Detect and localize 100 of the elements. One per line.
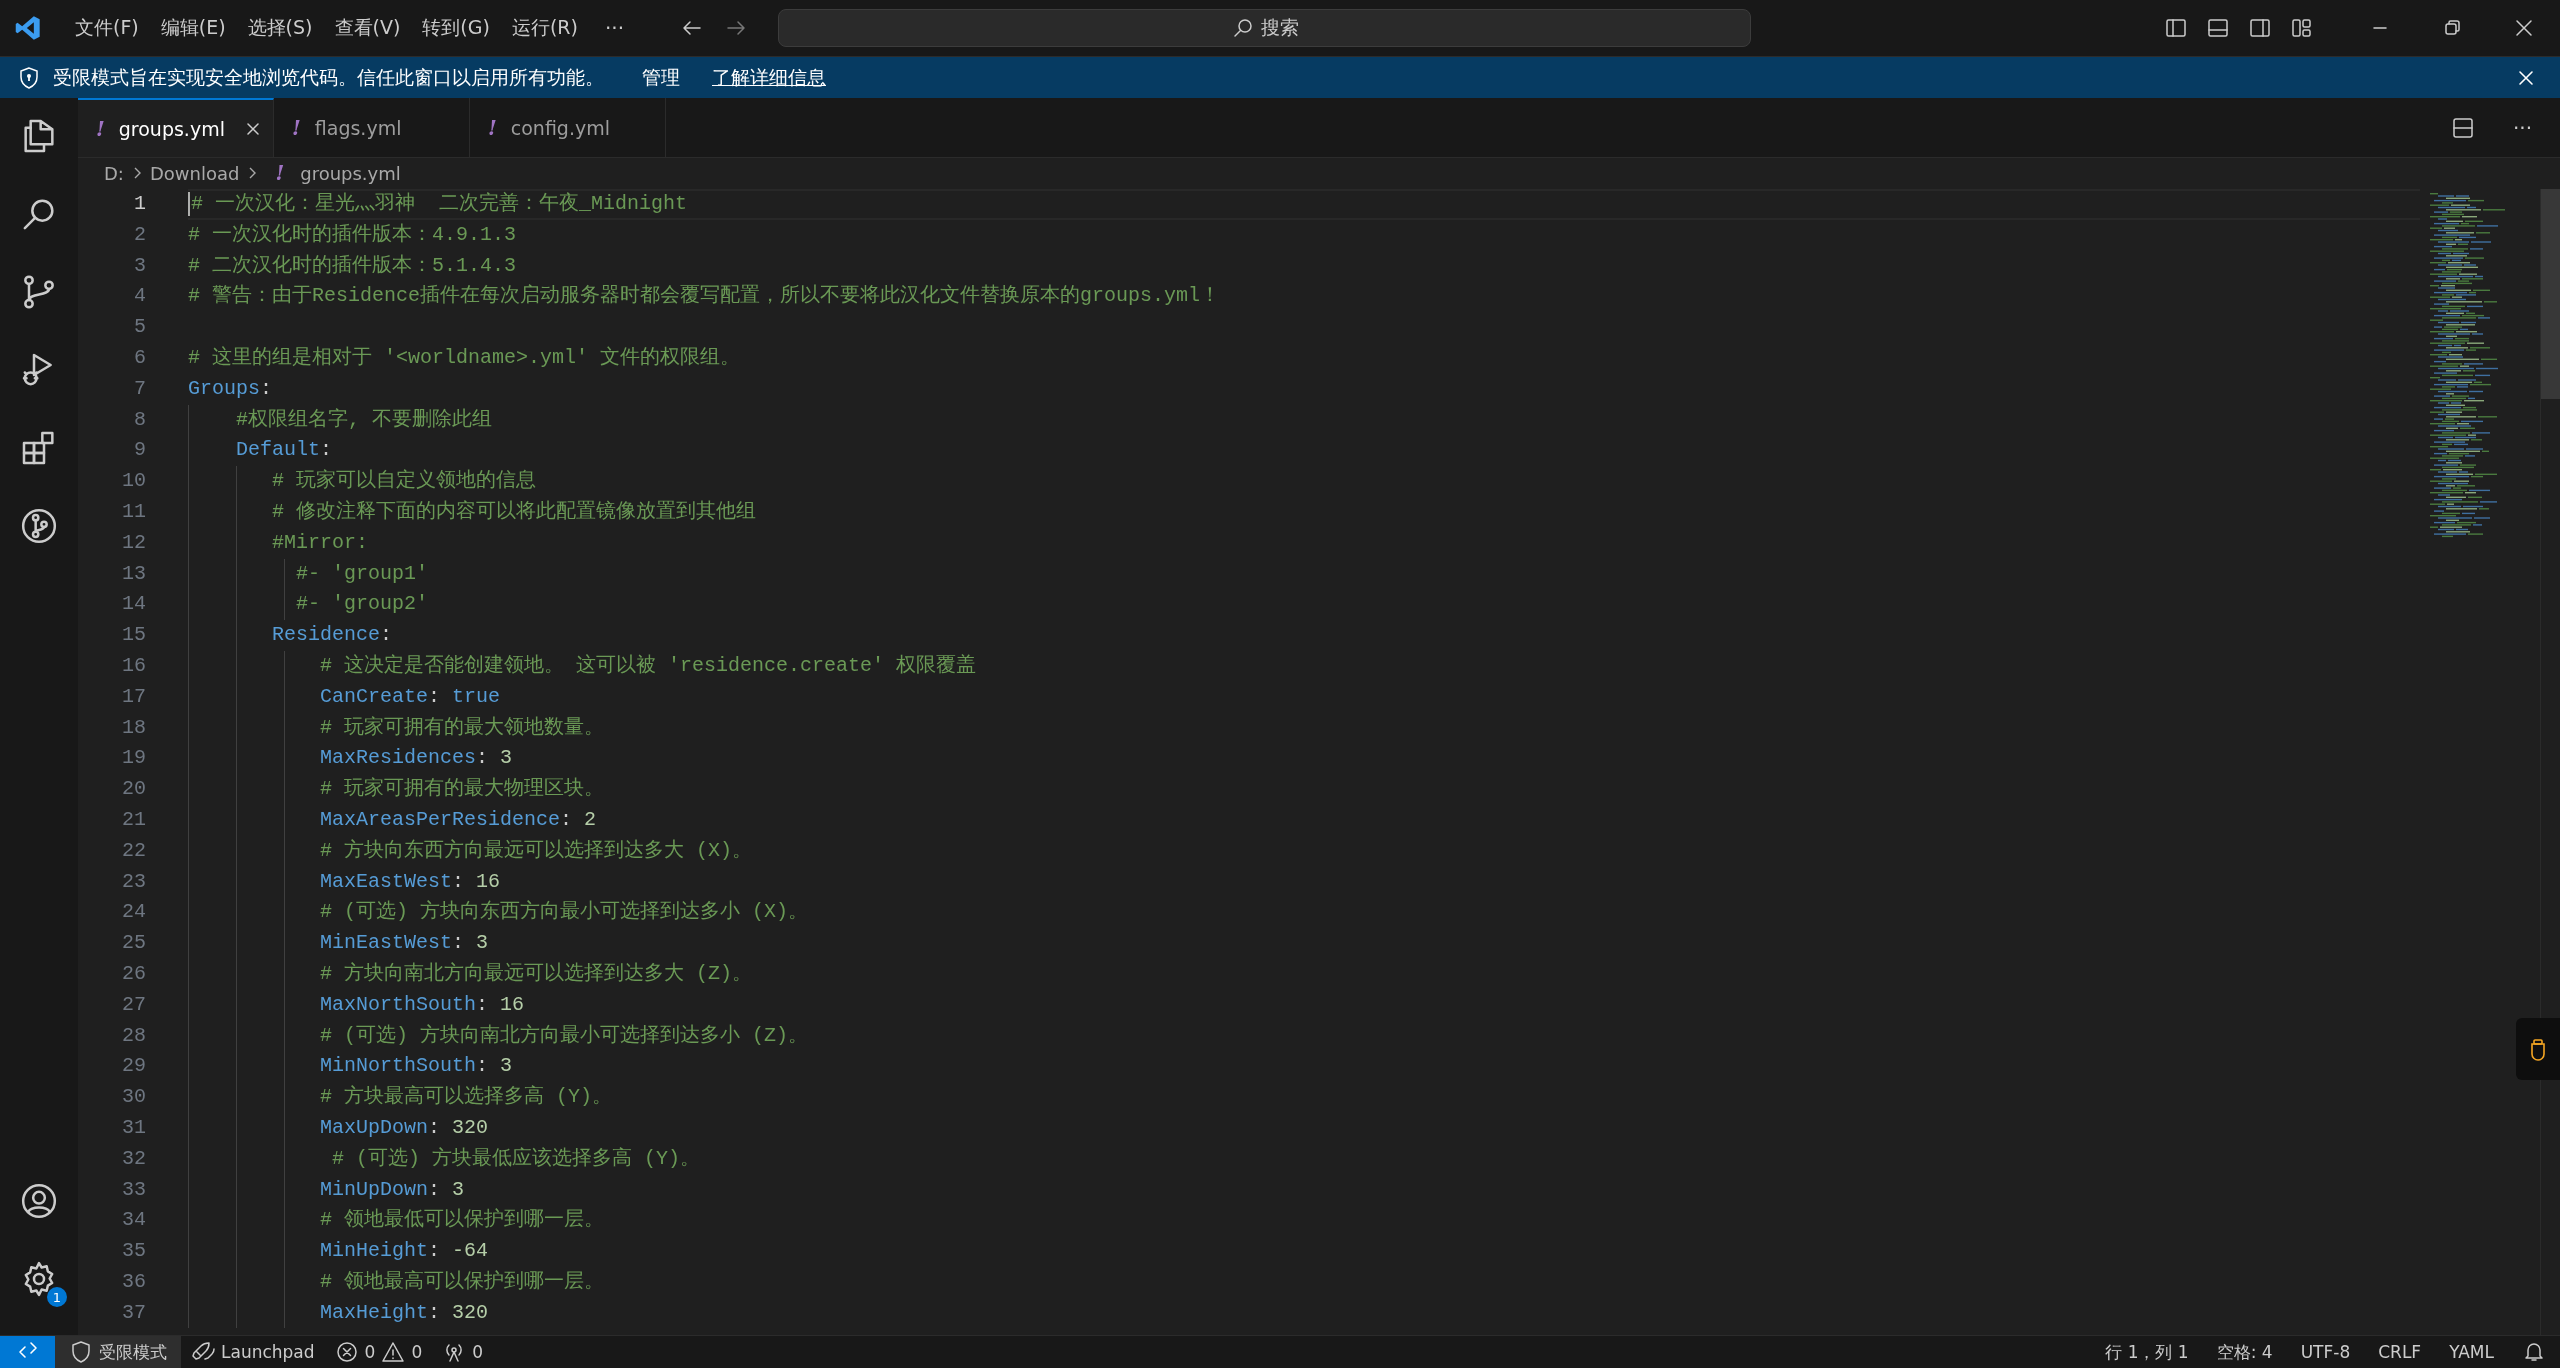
code-line: # (可选) 方块向南北方向最小可选择到达多小 (Z)。	[319, 1022, 809, 1049]
line-number: 26	[121, 960, 146, 987]
code-line: #权限组名字, 不要删除此组	[235, 406, 492, 433]
text-cursor	[188, 192, 190, 217]
code-line: # 这里的组是相对于 '<worldname>.yml' 文件的权限组。	[188, 345, 741, 371]
code-line: MinHeight: -64	[319, 1238, 489, 1265]
menu-item[interactable]: 运行(R)	[500, 11, 589, 45]
line-number: 16	[121, 652, 146, 679]
line-number: 22	[121, 837, 146, 864]
code-line: # 方块向东西方向最远可以选择到达多大 (X)。	[319, 837, 753, 864]
breadcrumb-item[interactable]: D:	[104, 162, 124, 184]
line-number: 1	[133, 191, 146, 217]
code-line: # 二次汉化时的插件版本：5.1.4.3	[188, 252, 517, 279]
sidebar-toggle-icon[interactable]	[2164, 16, 2188, 40]
line-number: 8	[133, 406, 146, 433]
language-mode-item[interactable]: YAML	[2435, 1336, 2508, 1368]
ports-item[interactable]: 0	[432, 1336, 494, 1368]
warning-icon	[381, 1340, 406, 1364]
line-number: 9	[133, 437, 146, 464]
cursor-position-item[interactable]: 行 1，列 1	[2091, 1336, 2203, 1368]
code-line: # 领地最低可以保护到哪一层。	[319, 1207, 605, 1234]
account-icon[interactable]	[19, 1181, 59, 1221]
split-editor-icon[interactable]	[2450, 115, 2475, 140]
code-line: MinEastWest: 3	[319, 930, 489, 957]
line-number: 30	[121, 1084, 146, 1111]
line-number: 32	[121, 1145, 146, 1172]
panel-toggle-icon[interactable]	[2206, 16, 2230, 40]
line-number: 23	[121, 868, 146, 895]
error-icon	[334, 1340, 359, 1364]
banner-message: 受限模式旨在实现安全地浏览代码。信任此窗口以启用所有功能。	[53, 64, 604, 90]
more-menu-button[interactable]: ···	[592, 12, 636, 44]
line-number: 2	[133, 221, 146, 248]
scrollbar-thumb[interactable]	[2541, 189, 2560, 399]
code-line: # 方块向南北方向最远可以选择到达多大 (Z)。	[319, 960, 753, 987]
code-line: #Mirror:	[271, 529, 369, 556]
editor-tab[interactable]: ! groups.yml	[78, 98, 274, 157]
launchpad-item[interactable]: Launchpad	[181, 1336, 325, 1368]
git-graph-icon[interactable]	[19, 506, 59, 546]
shield-icon	[17, 65, 41, 90]
restricted-mode-item[interactable]: 受限模式	[55, 1336, 181, 1368]
menu-item[interactable]: 选择(S)	[236, 11, 324, 45]
code-line: # 一次汉化时的插件版本：4.9.1.3	[188, 221, 517, 248]
notification-badge: 1	[47, 1287, 67, 1307]
code-line: # (可选) 方块最低应该选择多高 (Y)。	[331, 1145, 701, 1172]
line-ending-item[interactable]: CRLF	[2364, 1336, 2436, 1368]
problems-item[interactable]: 0 0	[324, 1336, 433, 1368]
line-number: 15	[121, 622, 146, 649]
more-actions-button[interactable]: ···	[2500, 111, 2544, 144]
line-number: 14	[121, 591, 146, 618]
code-line: # 这决定是否能创建领地。 这可以被 'residence.create' 权限覆盖	[319, 652, 977, 679]
code-line: MinNorthSouth: 3	[319, 1053, 513, 1080]
menu-item[interactable]: 文件(F)	[64, 11, 150, 45]
code-line: MaxEastWest: 16	[319, 868, 501, 895]
code-line: MaxUpDown: 320	[319, 1114, 489, 1141]
bell-icon[interactable]	[2522, 1340, 2546, 1364]
line-number: 34	[121, 1207, 146, 1234]
indentation-item[interactable]: 空格: 4	[2202, 1336, 2287, 1368]
editor-tab[interactable]: ! config.yml	[470, 98, 666, 157]
code-line: # 玩家可拥有的最大物理区块。	[319, 776, 605, 803]
code-line: MaxHeight: 320	[319, 1299, 489, 1326]
line-number: 13	[121, 560, 146, 587]
breadcrumb-item[interactable]: Download	[149, 162, 240, 184]
code-line: MaxResidences: 3	[319, 745, 513, 772]
code-line: # (可选) 方块向东西方向最小可选择到达多小 (X)。	[319, 899, 809, 926]
yaml-file-icon: !	[488, 115, 497, 140]
banner-link[interactable]: 了解详细信息	[712, 64, 826, 91]
code-line: # 领地最高可以保护到哪一层。	[319, 1268, 605, 1295]
code-line: MaxAreasPerResidence: 2	[319, 806, 597, 833]
line-number: 33	[121, 1176, 146, 1203]
line-number: 37	[121, 1299, 146, 1326]
line-number: 12	[121, 529, 146, 556]
floating-button[interactable]	[2516, 1018, 2560, 1080]
line-number: 4	[133, 283, 146, 310]
line-number: 17	[121, 683, 146, 710]
search-box[interactable]: 搜索	[778, 9, 1751, 47]
app-logo	[14, 14, 42, 42]
menu-item[interactable]: 查看(V)	[323, 11, 412, 45]
code-line: # 警告：由于Residence插件在每次启动服务器时都会覆写配置，所以不要将此汉化文件替换原本的groups.yml！	[188, 283, 1221, 310]
banner-link[interactable]: 管理	[642, 64, 680, 91]
menu-item[interactable]: 编辑(E)	[149, 11, 237, 45]
breadcrumb-item[interactable]: groups.yml	[300, 162, 401, 184]
shield-icon	[69, 1340, 93, 1364]
line-number: 7	[133, 375, 146, 402]
code-line: # 玩家可以自定义领地的信息	[271, 468, 537, 495]
line-number: 25	[121, 930, 146, 957]
encoding-item[interactable]: UTF-8	[2286, 1336, 2365, 1368]
line-number: 24	[121, 899, 146, 926]
line-number: 19	[121, 745, 146, 772]
line-number: 11	[121, 498, 146, 525]
secondary-sidebar-icon[interactable]	[2248, 16, 2272, 40]
layout-icon[interactable]	[2290, 16, 2314, 40]
code-line: # 方块最高可以选择多高 (Y)。	[319, 1084, 613, 1111]
line-number: 3	[133, 252, 146, 279]
line-number: 28	[121, 1022, 146, 1049]
menu-item[interactable]: 转到(G)	[411, 11, 501, 45]
yaml-file-icon: !	[292, 115, 301, 140]
editor-tab[interactable]: ! flags.yml	[274, 98, 470, 157]
line-number: 35	[121, 1238, 146, 1265]
line-number: 5	[133, 314, 146, 341]
yaml-file-icon: !	[275, 161, 285, 185]
